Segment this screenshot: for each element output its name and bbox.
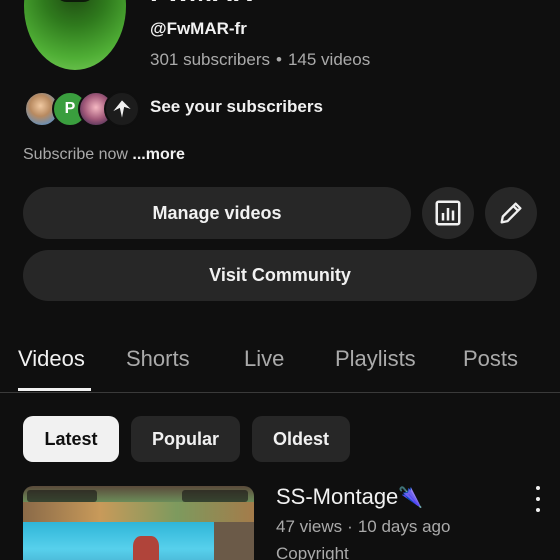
manage-videos-button[interactable]: Manage videos: [23, 187, 411, 239]
channel-handle: @FwMAR-fr: [150, 19, 247, 38]
see-subscribers-link[interactable]: See your subscribers: [150, 97, 323, 117]
meta-separator: ·: [347, 517, 353, 536]
thumbnail-rock: [214, 522, 254, 560]
channel-avatar[interactable]: [24, 0, 126, 70]
tab-posts[interactable]: Posts: [463, 346, 518, 372]
edit-channel-button[interactable]: [485, 187, 537, 239]
tab-shorts[interactable]: Shorts: [126, 346, 190, 372]
thumbnail-scene: [23, 502, 254, 522]
avatar-figure: [54, 0, 96, 2]
thumbnail-character: [133, 536, 159, 560]
visit-community-button[interactable]: Visit Community: [23, 250, 537, 301]
thumbnail-hud: [27, 490, 97, 502]
umbrella-emoji-icon: 🌂: [398, 487, 424, 509]
filter-chip-popular[interactable]: Popular: [131, 416, 240, 462]
video-copyright-label: Copyright: [276, 544, 349, 560]
tab-videos[interactable]: Videos: [18, 346, 85, 372]
more-link[interactable]: ...more: [132, 146, 184, 163]
filter-chip-oldest[interactable]: Oldest: [252, 416, 350, 462]
channel-name: FwMAR: [150, 0, 253, 8]
channel-stats: 301 subscribers • 145 videos: [150, 50, 370, 70]
active-tab-indicator: [18, 388, 91, 391]
analytics-icon: [435, 200, 461, 226]
filter-chip-latest[interactable]: Latest: [23, 416, 119, 462]
video-meta: 47 views · 10 days ago: [276, 517, 450, 537]
video-title-text: SS-Montage: [276, 484, 399, 509]
video-count: 145 videos: [287, 50, 371, 69]
video-thumbnail[interactable]: [23, 486, 254, 560]
kebab-dot: [536, 486, 540, 490]
description-text: Subscribe now: [23, 146, 128, 163]
pencil-icon: [500, 202, 522, 224]
tab-playlists[interactable]: Playlists: [335, 346, 416, 372]
channel-tabs: Videos Shorts Live Playlists Posts: [0, 342, 560, 393]
video-title[interactable]: SS-Montage🌂: [276, 484, 423, 510]
analytics-button[interactable]: [422, 187, 474, 239]
subscriber-avatars[interactable]: P: [24, 91, 144, 127]
umbrella-logo-icon: [113, 100, 131, 118]
thumbnail-hud: [182, 490, 248, 502]
subscriber-count: 301 subscribers: [150, 50, 271, 69]
video-views: 47 views: [276, 517, 343, 536]
channel-page: FwMAR @FwMAR-fr 301 subscribers • 145 vide…: [0, 0, 560, 560]
stats-separator: •: [276, 50, 282, 69]
subscriber-avatar: [104, 91, 140, 127]
video-age: 10 days ago: [357, 517, 451, 536]
tab-live[interactable]: Live: [244, 346, 284, 372]
kebab-dot: [536, 497, 540, 501]
channel-description[interactable]: Subscribe now ...more: [23, 146, 185, 164]
more-options-icon[interactable]: [528, 486, 548, 512]
kebab-dot: [536, 508, 540, 512]
